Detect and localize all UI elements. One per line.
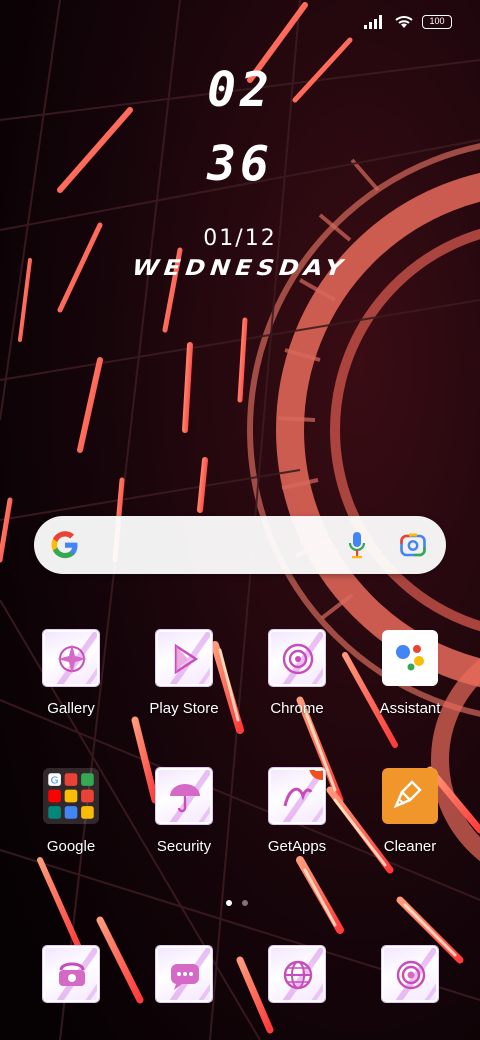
camera-icon — [382, 946, 438, 1002]
app-label: Security — [156, 838, 212, 855]
app-label: GetApps — [267, 838, 327, 855]
app-assistant[interactable]: Assistant — [355, 630, 465, 717]
app-chrome[interactable]: Chrome — [242, 630, 352, 717]
app-label: Play Store — [149, 700, 219, 717]
svg-text:G: G — [51, 775, 59, 786]
battery-level: 100 — [429, 16, 445, 26]
status-bar: 100 — [364, 14, 452, 30]
app-security[interactable]: Security — [129, 768, 239, 855]
clock-minute[interactable]: 36 — [0, 136, 480, 192]
dock-phone[interactable] — [16, 946, 126, 1002]
messages-icon — [156, 946, 212, 1002]
gallery-icon — [43, 630, 99, 686]
getapps-icon: 26 — [269, 768, 325, 824]
assistant-icon — [382, 630, 438, 686]
app-label: Gallery — [47, 700, 95, 717]
google-search-bar[interactable] — [34, 516, 446, 574]
app-google-folder[interactable]: G Google — [16, 768, 126, 855]
app-label: Chrome — [270, 700, 324, 717]
google-g-icon — [51, 531, 78, 559]
browser-icon — [269, 946, 325, 1002]
phone-icon — [43, 946, 99, 1002]
google-folder-icon: G — [43, 768, 99, 824]
clock-weekday: WEDNESDAY — [128, 255, 352, 281]
app-label: Cleaner — [383, 838, 437, 855]
app-gallery[interactable]: Gallery — [16, 630, 126, 717]
app-label: Google — [46, 838, 96, 855]
battery-icon: 100 — [422, 15, 452, 29]
signal-icon — [364, 15, 382, 29]
page-dot — [242, 900, 248, 906]
dock-messages[interactable] — [129, 946, 239, 1002]
dock-browser[interactable] — [242, 946, 352, 1002]
app-label: Assistant — [379, 700, 441, 717]
page-dot-active — [226, 900, 232, 906]
security-icon — [156, 768, 212, 824]
clock-hour[interactable]: 02 — [0, 62, 480, 118]
google-lens-icon[interactable] — [400, 532, 426, 558]
app-play-store[interactable]: Play Store — [129, 630, 239, 717]
microphone-icon[interactable] — [348, 531, 366, 559]
chrome-icon — [269, 630, 325, 686]
wifi-icon — [395, 16, 413, 28]
dock-camera[interactable] — [355, 946, 465, 1002]
cleaner-icon — [382, 768, 438, 824]
page-indicator — [226, 900, 248, 906]
play-store-icon — [156, 630, 212, 686]
app-cleaner[interactable]: Cleaner — [355, 768, 465, 855]
clock-date: 01/12 — [203, 226, 277, 251]
app-getapps[interactable]: 26 GetApps — [242, 768, 352, 855]
